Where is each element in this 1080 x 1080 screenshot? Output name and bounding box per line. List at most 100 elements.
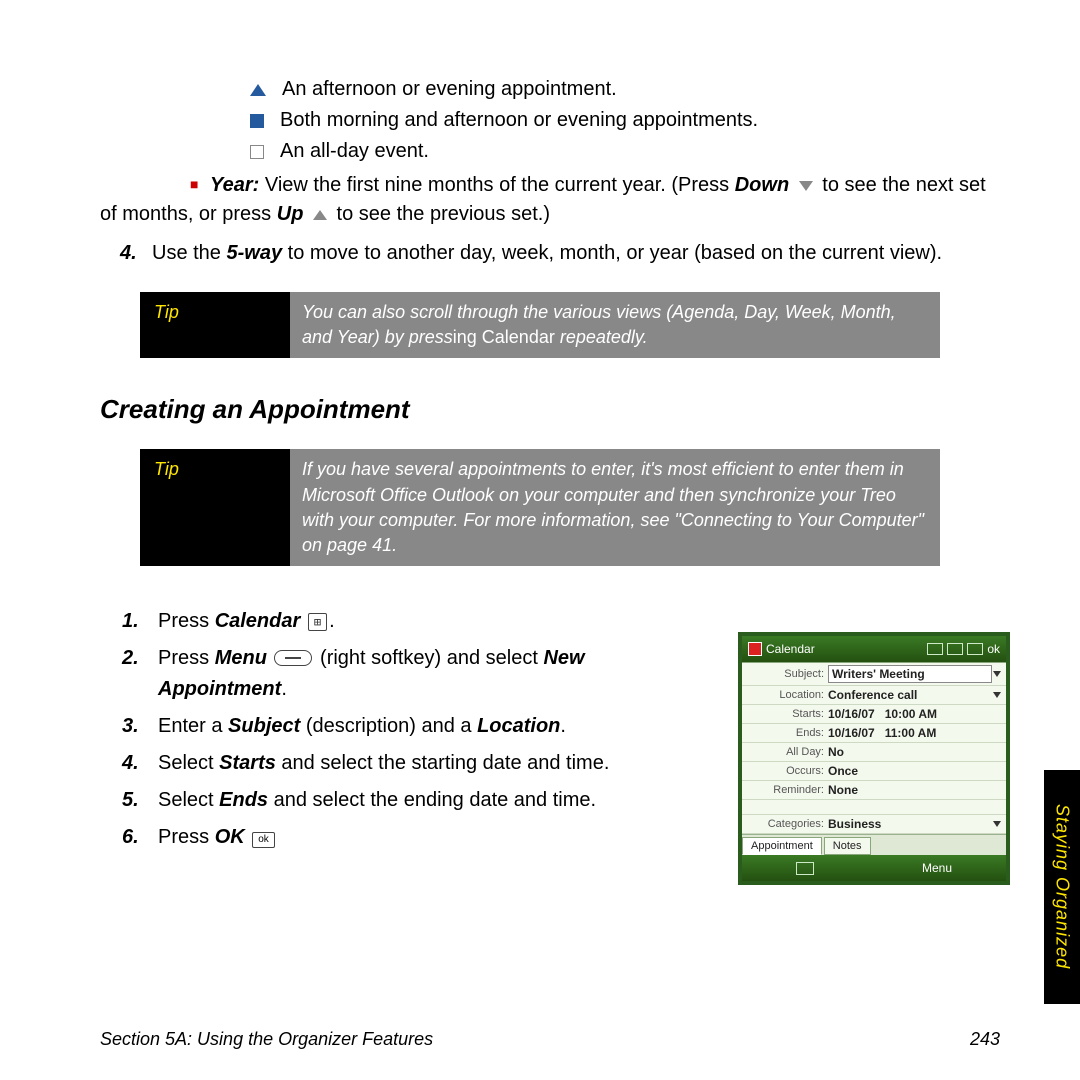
step-body: Press OK ok [158,822,277,853]
triangle-up-icon [250,84,266,96]
text: Press [158,647,215,669]
text: Press [158,610,215,632]
emph: Menu [215,647,267,669]
step-4b: 4. Select Starts and select the starting… [100,748,660,779]
signal-icon [947,643,963,655]
step-body: Use the 5-way to move to another day, we… [152,239,942,268]
text: (right softkey) and select [320,647,543,669]
footer-left: Section 5A: Using the Organizer Features [100,1029,433,1050]
value[interactable]: No [828,745,1002,759]
text: Press [158,826,215,848]
section-heading: Creating an Appointment [100,394,1000,425]
row-occurs: Occurs: Once [742,762,1006,781]
row-ends: Ends: 10/16/07 11:00 AM [742,724,1006,743]
chapter-tab: Staying Organized [1044,770,1080,1004]
ev-icon [927,643,943,655]
square-filled-icon [250,114,264,128]
dropdown-icon[interactable] [992,690,1002,700]
step-body: Press Menu (right softkey) and select Ne… [158,643,660,705]
tip-body: You can also scroll through the various … [290,292,940,358]
app-title: Calendar [766,642,815,656]
row-categories: Categories: Business [742,815,1006,834]
text: Select [158,752,219,774]
calendar-button-icon: ⊞ [308,613,327,631]
value[interactable]: 10/16/07 10:00 AM [828,707,1002,721]
value[interactable]: Conference call [828,688,992,702]
time: 10:00 AM [885,707,937,721]
date: 10/16/07 [828,707,875,721]
legend-row: An afternoon or evening appointment. [250,78,1000,101]
tip-box: Tip If you have several appointments to … [140,449,940,566]
row-starts: Starts: 10/16/07 10:00 AM [742,705,1006,724]
tip-label: Tip [140,449,290,566]
legend-row: An all-day event. [250,140,1000,163]
text: repeatedly. [555,327,648,347]
emph: 5-way [226,242,282,264]
label: Ends: [746,727,824,739]
row-location: Location: Conference call [742,686,1006,705]
phone-softkeys: Menu [742,855,1006,881]
value[interactable]: Business [828,817,992,831]
square-outline-icon [250,145,264,159]
text: and select the starting date and time. [276,752,610,774]
tip-box: Tip You can also scroll through the vari… [140,292,940,358]
legend-row: Both morning and afternoon or evening ap… [250,109,1000,132]
up-label: Up [277,203,304,225]
emph: Calendar [215,610,301,632]
text: Select [158,789,219,811]
value[interactable]: Once [828,764,1002,778]
row-spacer [742,800,1006,815]
step-number: 3. [122,711,158,742]
triangle-down-icon [799,181,813,191]
titlebar-left: Calendar [748,642,815,656]
phone-screenshot: Calendar ok Subject: Writers' Meeting Lo… [738,632,1010,885]
ok-indicator: ok [987,642,1000,656]
year-text: to see the previous set.) [331,203,550,225]
legend-label: An all-day event. [280,140,429,163]
document-page: An afternoon or evening appointment. Bot… [0,0,1080,1080]
label: Location: [746,689,824,701]
text: Use the [152,242,226,264]
emph: OK [215,826,245,848]
value[interactable]: 10/16/07 11:00 AM [828,726,1002,740]
label: Subject: [746,668,824,680]
tab-appointment[interactable]: Appointment [742,837,822,855]
menu-softkey[interactable]: Menu [922,861,952,875]
row-subject: Subject: Writers' Meeting [742,663,1006,686]
label: Starts: [746,708,824,720]
keyboard-icon[interactable] [796,862,814,875]
tab-notes[interactable]: Notes [824,837,871,855]
titlebar-right: ok [927,642,1000,656]
label: All Day: [746,746,824,758]
text: to move to another day, week, month, or … [282,242,942,264]
appointment-form: Subject: Writers' Meeting Location: Conf… [742,662,1006,855]
ordered-steps: 1. Press Calendar ⊞. 2. Press Menu (righ… [100,606,660,853]
steps-column: 1. Press Calendar ⊞. 2. Press Menu (righ… [100,590,660,859]
time: 11:00 AM [885,726,937,740]
legend-label: An afternoon or evening appointment. [282,78,617,101]
value[interactable]: Writers' Meeting [828,665,992,683]
value[interactable]: None [828,783,1002,797]
step-1: 1. Press Calendar ⊞. [100,606,660,637]
menu-button-icon [274,650,312,666]
step-number: 4. [122,748,158,779]
year-label: Year: [210,174,259,196]
emph: Starts [219,752,276,774]
step-number: 5. [122,785,158,816]
phone-titlebar: Calendar ok [742,636,1006,662]
step-number: 4. [120,239,152,268]
text: (description) and a [300,715,477,737]
step-number: 1. [122,606,158,637]
step-body: Select Starts and select the starting da… [158,748,609,779]
step-body: Press Calendar ⊞. [158,606,335,637]
step-3: 3. Enter a Subject (description) and a L… [100,711,660,742]
dropdown-icon[interactable] [992,819,1002,829]
emph: Ends [219,789,268,811]
dropdown-icon[interactable] [992,669,1002,679]
row-allday: All Day: No [742,743,1006,762]
legend-label: Both morning and afternoon or evening ap… [280,109,758,132]
ok-button-icon: ok [252,832,275,848]
start-flag-icon [748,642,762,656]
text: . [281,678,287,700]
tabs: Appointment Notes [742,834,1006,855]
